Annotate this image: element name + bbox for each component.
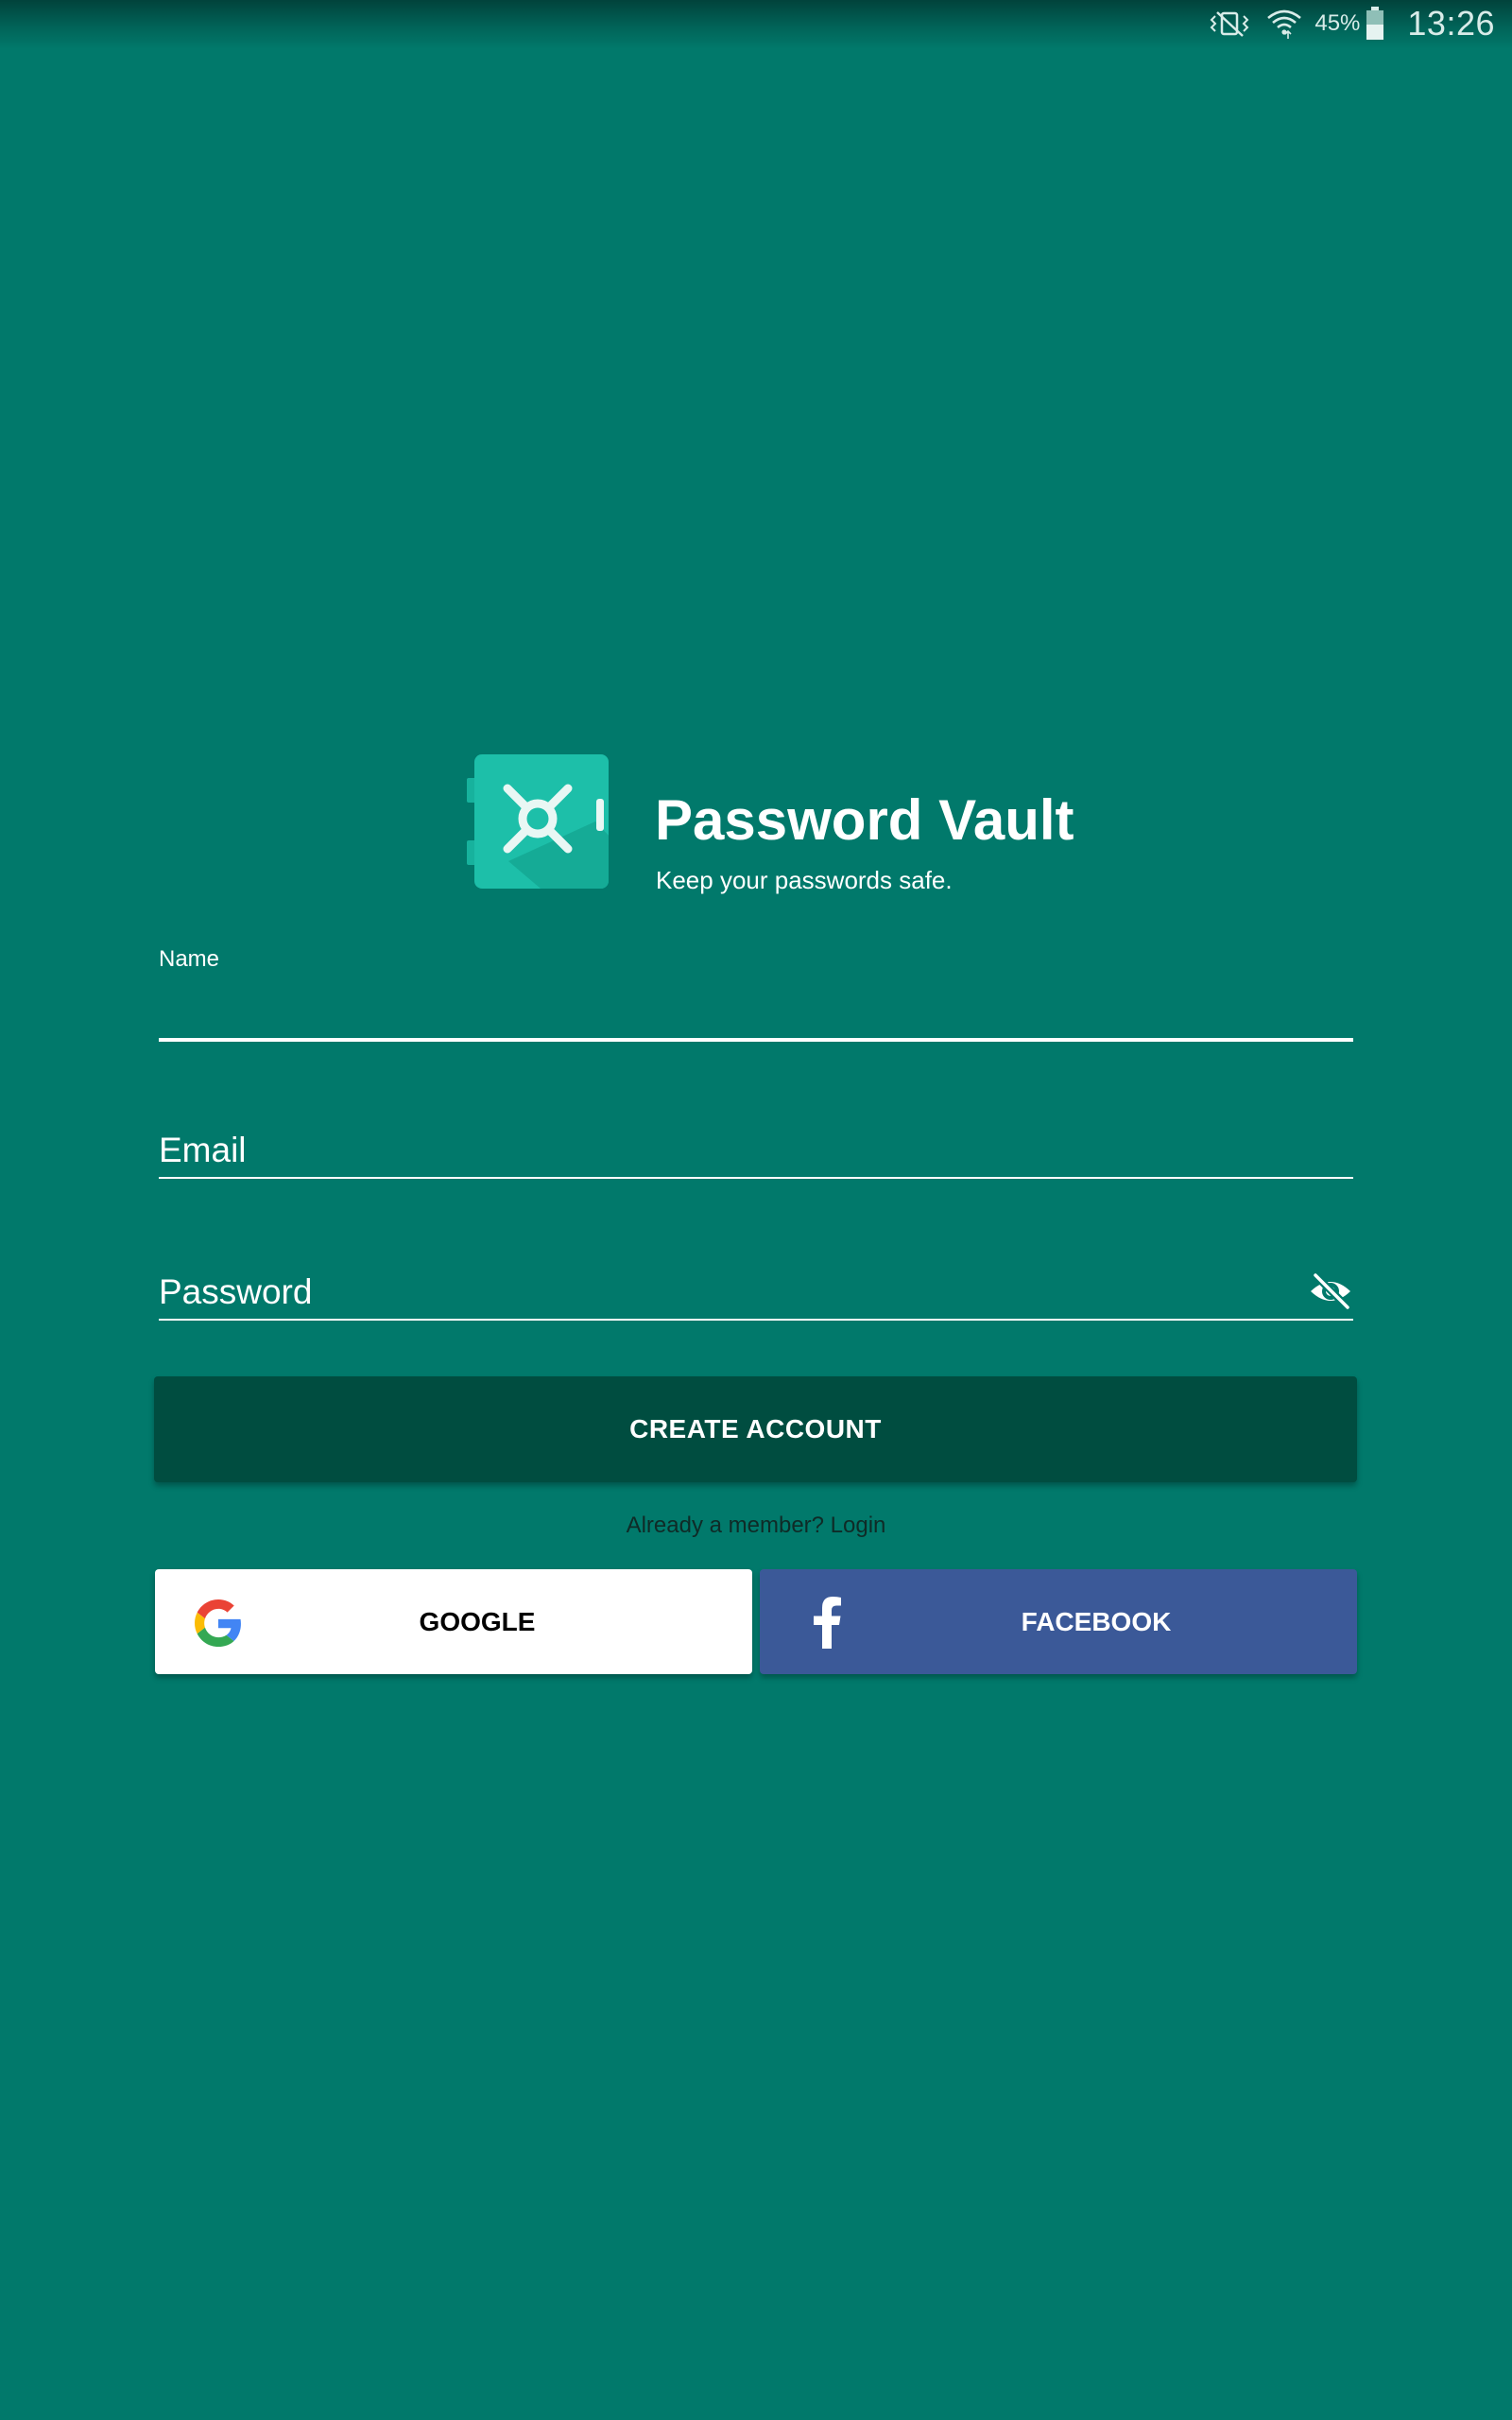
login-link[interactable]: Already a member? Login [0,1514,1512,1537]
battery-percent: 45% [1314,10,1361,36]
name-underline [159,1038,1353,1042]
google-button-label: GOOGLE [419,1606,536,1636]
battery-icon [1366,7,1384,41]
email-field[interactable]: Email [159,1125,1353,1180]
vault-icon [463,752,614,891]
password-placeholder: Password [159,1272,313,1311]
password-field[interactable]: Password [159,1267,1353,1322]
facebook-signin-button[interactable]: FACEBOOK [760,1569,1357,1674]
status-bar: 45% 13:26 [0,0,1512,49]
email-underline [159,1177,1353,1179]
email-placeholder: Email [159,1131,247,1169]
visibility-off-icon[interactable] [1308,1272,1353,1310]
vibrate-mute-icon [1209,9,1254,39]
app-subtitle: Keep your passwords safe. [656,866,953,894]
name-label: Name [159,946,220,972]
status-icons: 45% 13:26 [1209,2,1495,45]
status-clock: 13:26 [1407,4,1495,43]
create-account-button[interactable]: CREATE ACCOUNT [154,1376,1357,1482]
facebook-button-label: FACEBOOK [1021,1606,1172,1636]
name-field[interactable] [159,974,1353,1042]
password-underline [159,1319,1353,1321]
app-title: Password Vault [655,788,1074,852]
wifi-icon [1265,7,1303,41]
google-signin-button[interactable]: GOOGLE [155,1569,752,1674]
